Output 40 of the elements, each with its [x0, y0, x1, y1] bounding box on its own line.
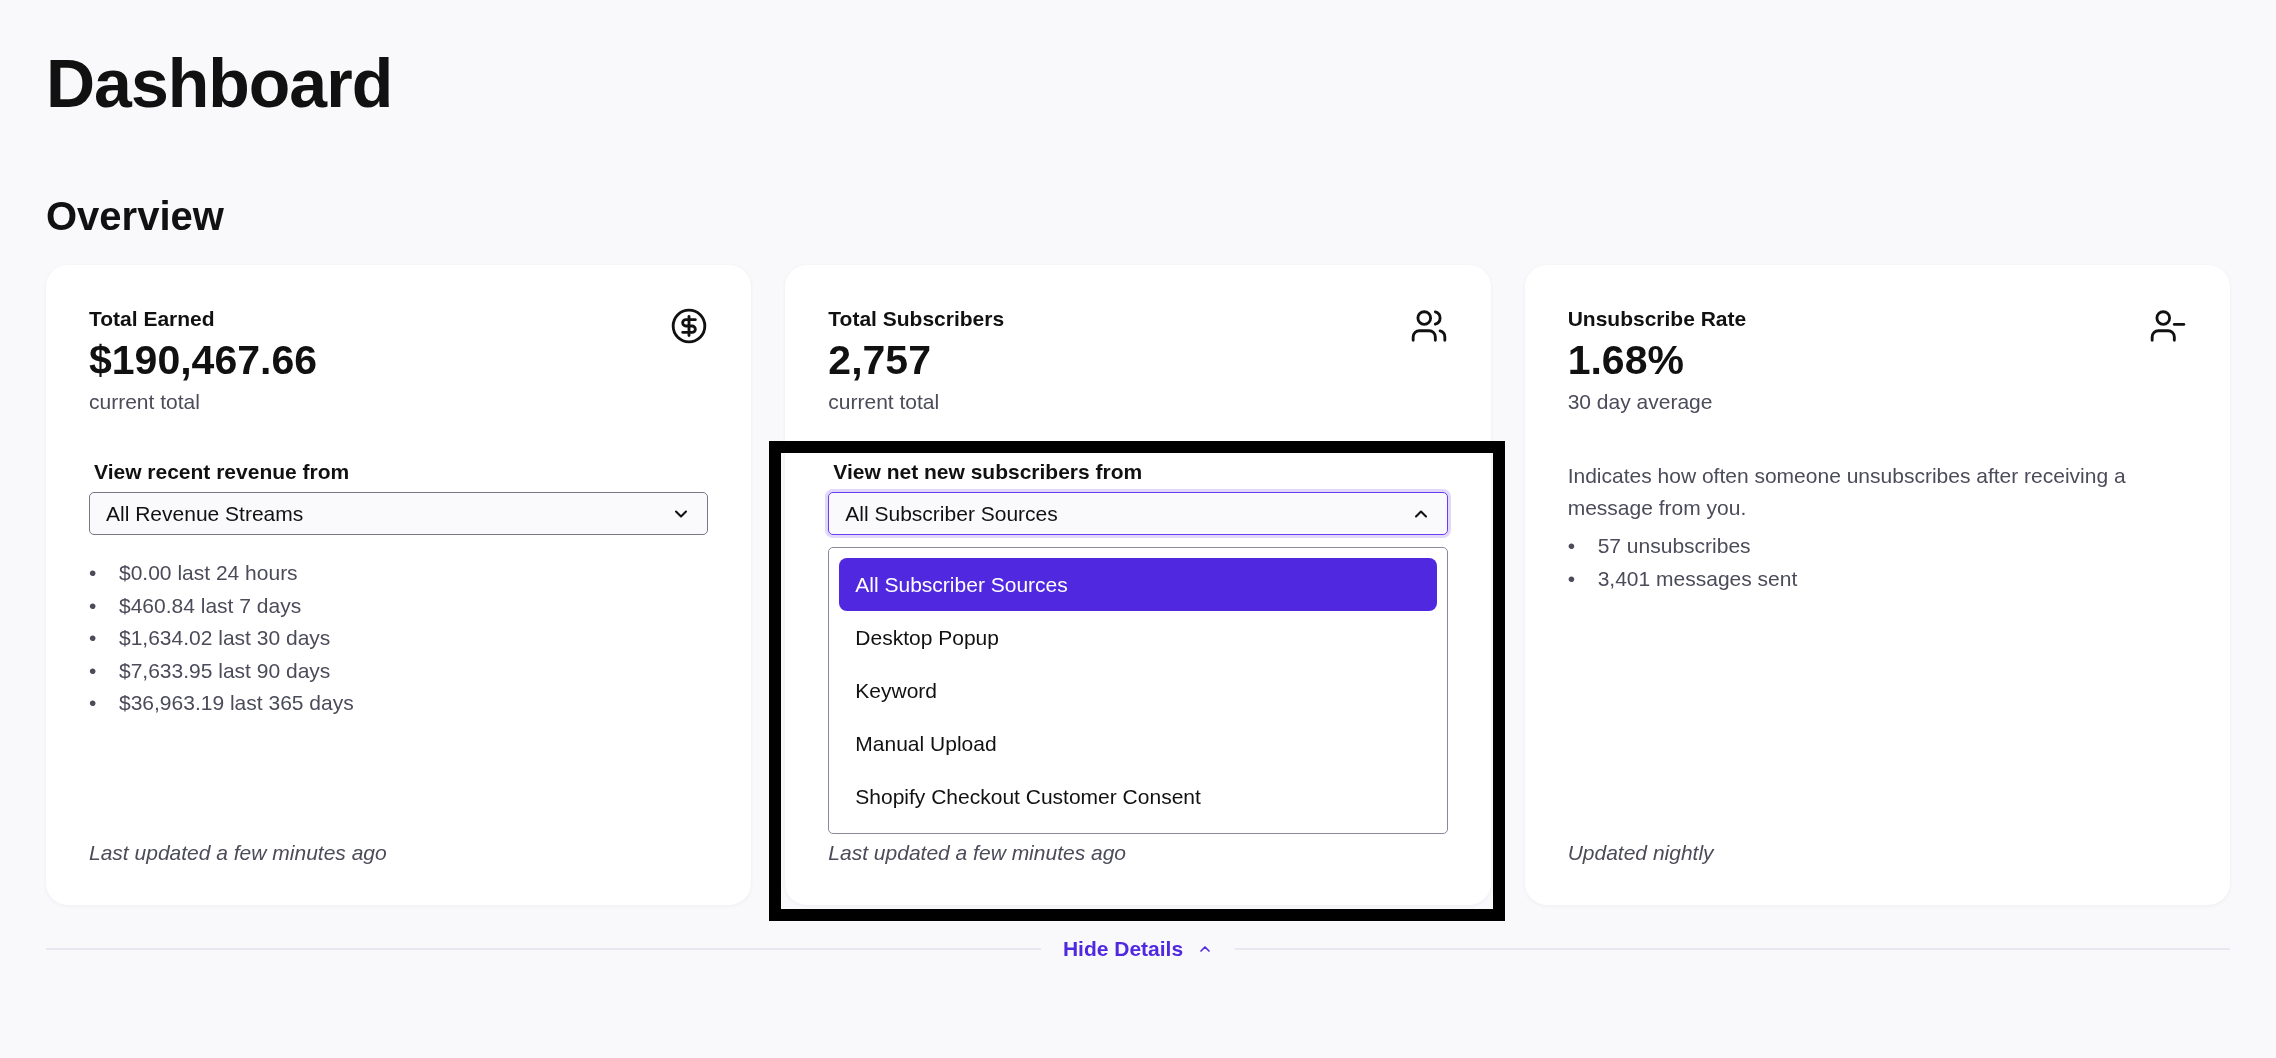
dropdown-option[interactable]: Shopify Checkout Customer Consent — [839, 770, 1437, 824]
metric-value: $190,467.66 — [89, 337, 317, 385]
update-note: Last updated a few minutes ago — [89, 841, 388, 866]
card-description: Indicates how often someone unsubscribes after receiving a message from you. — [1567, 463, 2127, 522]
bullet-marker: • — [89, 690, 98, 717]
bullet-marker: • — [89, 560, 98, 587]
card-title: Total Earned — [89, 307, 216, 332]
stat-item: $1,634.02 last 30 days — [119, 625, 331, 652]
card-title: Unsubscribe Rate — [1567, 307, 1747, 332]
card-title: Total Subscribers — [828, 307, 1005, 332]
metric-value: 1.68% — [1567, 337, 1685, 385]
dropdown-option[interactable]: All Subscriber Sources — [839, 558, 1437, 612]
update-note: Last updated a few minutes ago — [828, 841, 1128, 866]
select-label: View net new subscribers from — [833, 460, 1144, 485]
dropdown-option[interactable]: Manual Upload — [839, 717, 1437, 771]
metric-value: 2,757 — [828, 337, 932, 385]
bullet-marker: • — [89, 657, 98, 684]
stat-item: $36,963.19 last 365 days — [119, 690, 354, 717]
select-label: View recent revenue from — [94, 460, 351, 485]
dollar-icon — [670, 307, 709, 346]
metric-caption: current total — [89, 390, 201, 415]
dropdown-option[interactable]: Desktop Popup — [839, 611, 1437, 665]
stat-item: 57 unsubscribes — [1597, 533, 1751, 560]
dropdown-option[interactable]: Keyword — [839, 664, 1437, 718]
bullet-marker: • — [1567, 565, 1576, 592]
source-select[interactable]: All Revenue Streams — [89, 492, 709, 536]
hide-details-button[interactable]: Hide Details — [1040, 937, 1236, 962]
stat-item: $460.84 last 7 days — [119, 592, 302, 619]
bullet-marker: • — [1567, 533, 1576, 560]
source-select[interactable]: All Subscriber Sources — [828, 492, 1448, 536]
stat-item: $0.00 last 24 hours — [119, 560, 298, 587]
page-title: Dashboard — [46, 44, 394, 123]
metric-caption: 30 day average — [1567, 390, 1714, 415]
section-heading: Overview — [46, 194, 225, 240]
update-note: Updated nightly — [1567, 841, 1716, 866]
stat-item: 3,401 messages sent — [1597, 565, 1798, 592]
bullet-marker: • — [89, 625, 98, 652]
stat-item: $7,633.95 last 90 days — [119, 657, 331, 684]
metric-caption: current total — [828, 390, 941, 415]
bullet-marker: • — [89, 592, 98, 619]
